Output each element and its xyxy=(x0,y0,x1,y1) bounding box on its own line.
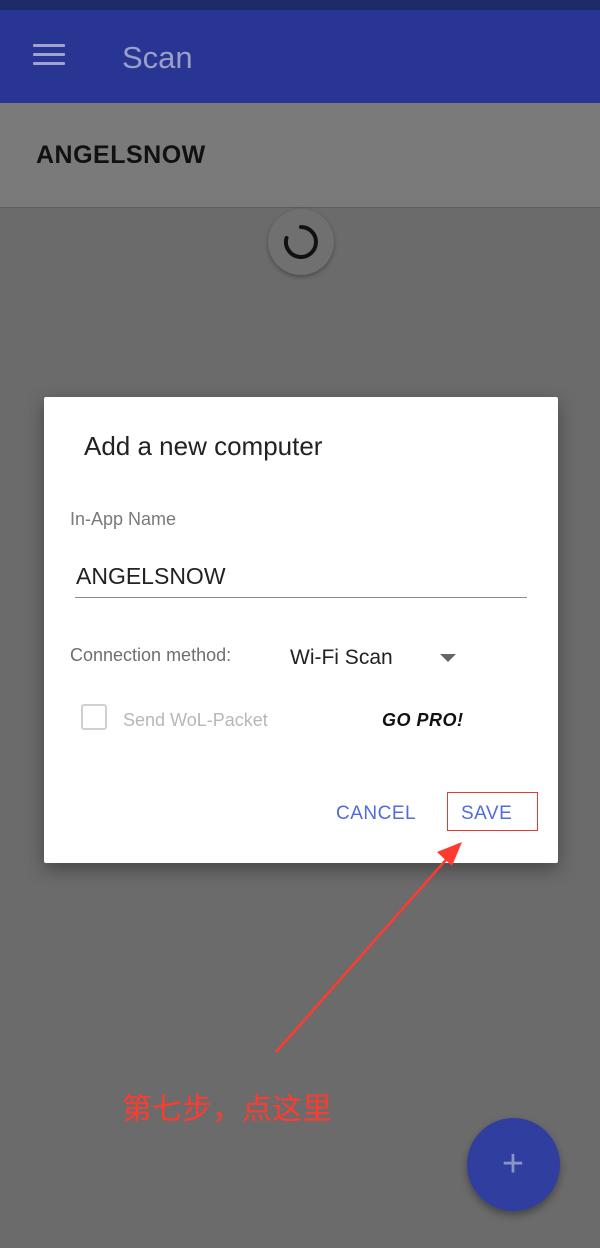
add-computer-fab[interactable]: + xyxy=(467,1118,560,1211)
annotation-text: 第七步，点这里 xyxy=(122,1092,332,1127)
annotation-arrow xyxy=(275,842,462,1053)
plus-icon: + xyxy=(501,1143,525,1185)
